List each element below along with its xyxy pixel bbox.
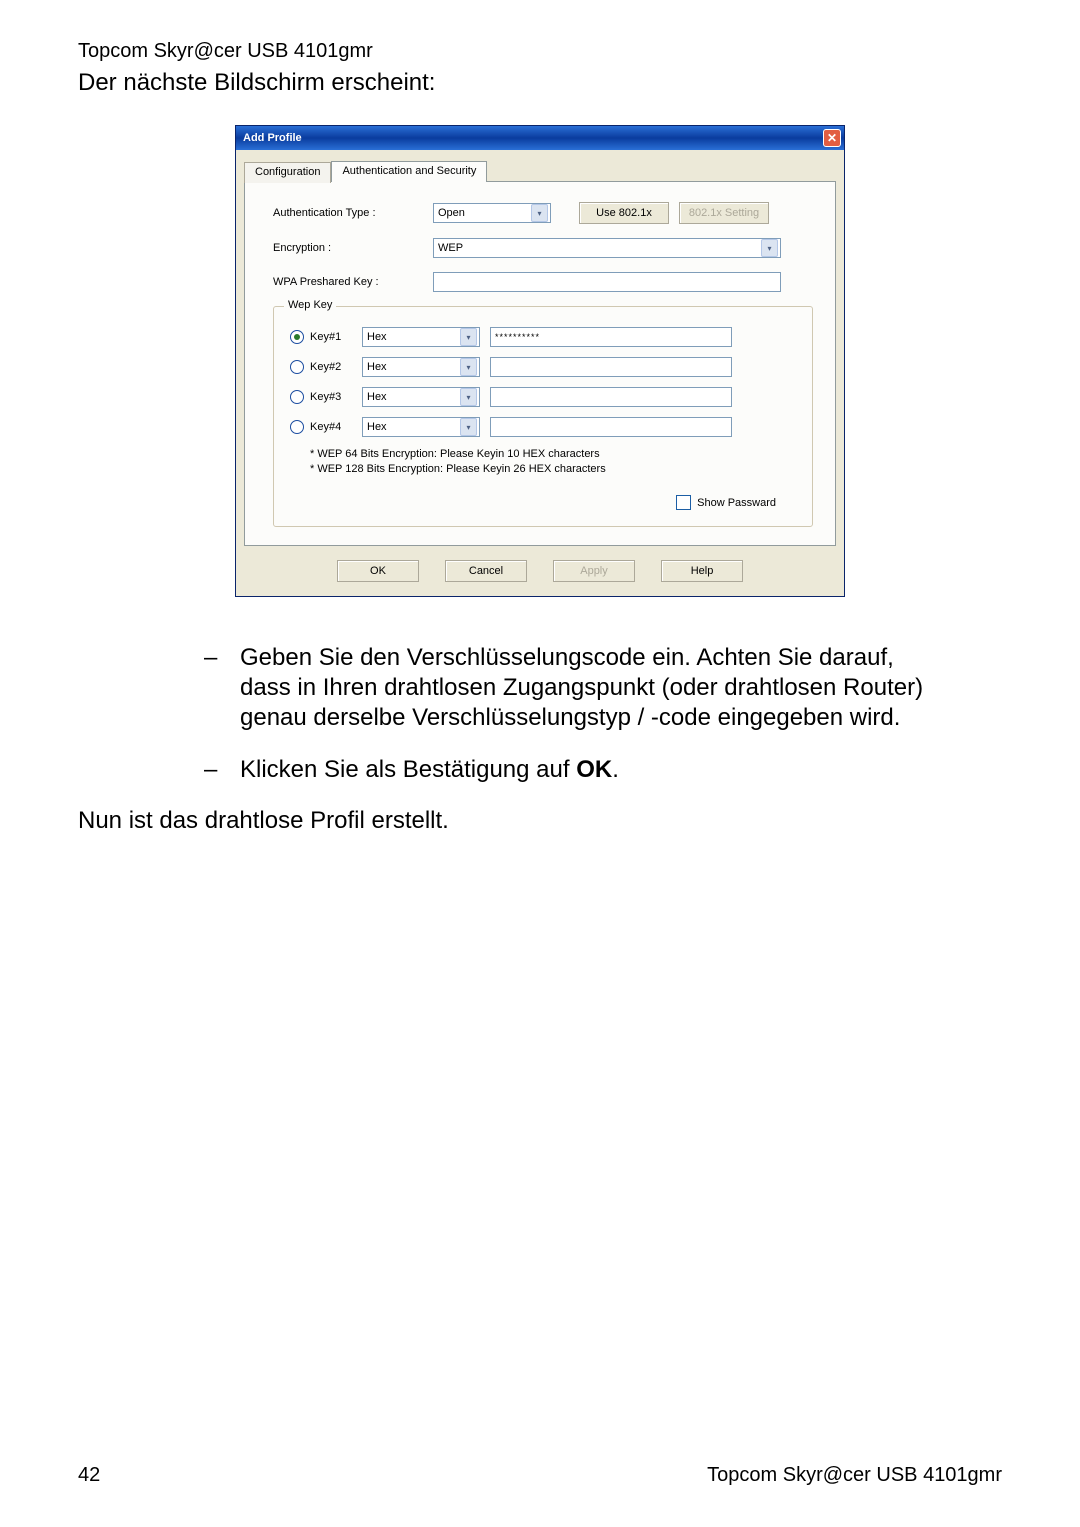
show-password-label: Show Passward [697, 497, 776, 509]
wep-key-group: Wep Key Key#1 Hex ▾ ********** [273, 306, 813, 527]
final-text: Nun ist das drahtlose Profil erstellt. [78, 807, 1002, 835]
cancel-button[interactable]: Cancel [445, 560, 527, 582]
wep-key-row-2: Key#2 Hex ▾ [290, 357, 796, 377]
chevron-down-icon: ▾ [460, 328, 477, 346]
wep-key-row-1: Key#1 Hex ▾ ********** [290, 327, 796, 347]
key1-type-value: Hex [367, 331, 387, 343]
key1-type-select[interactable]: Hex ▾ [362, 327, 480, 347]
key4-type-value: Hex [367, 421, 387, 433]
close-icon[interactable]: ✕ [823, 129, 841, 147]
wpa-key-label: WPA Preshared Key : [273, 276, 433, 288]
key4-type-select[interactable]: Hex ▾ [362, 417, 480, 437]
key3-type-select[interactable]: Hex ▾ [362, 387, 480, 407]
encryption-label: Encryption : [273, 242, 433, 254]
encryption-select[interactable]: WEP ▾ [433, 238, 781, 258]
chevron-down-icon: ▾ [460, 418, 477, 436]
key1-value: ********** [495, 332, 540, 342]
bullet-1-text: Geben Sie den Verschlüsselungscode ein. … [240, 643, 948, 733]
key4-label: Key#4 [310, 421, 341, 433]
key4-input[interactable] [490, 417, 732, 437]
auth-type-select[interactable]: Open ▾ [433, 203, 551, 223]
use-8021x-button[interactable]: Use 802.1x [579, 202, 669, 224]
footer-right: Topcom Skyr@cer USB 4101gmr [707, 1464, 1002, 1487]
wep-key-row-4: Key#4 Hex ▾ [290, 417, 796, 437]
key1-label: Key#1 [310, 331, 341, 343]
ok-bold: OK [576, 756, 612, 783]
8021x-setting-button: 802.1x Setting [679, 202, 769, 224]
bullet-1: –Geben Sie den Verschlüsselungscode ein.… [204, 643, 952, 733]
add-profile-dialog: Add Profile ✕ Configuration Authenticati… [235, 125, 845, 597]
wep-key-legend: Wep Key [284, 299, 336, 311]
wep-help-text: * WEP 64 Bits Encryption: Please Keyin 1… [290, 437, 796, 481]
tab-panel-auth: Authentication Type : Open ▾ Use 802.1x … [244, 181, 836, 546]
radio-key1[interactable] [290, 330, 304, 344]
auth-type-label: Authentication Type : [273, 207, 433, 219]
encryption-value: WEP [438, 242, 463, 254]
lead-text: Der nächste Bildschirm erscheint: [78, 69, 1002, 97]
bullet-2-text: Klicken Sie als Bestätigung auf [240, 756, 576, 783]
button-bar: OK Cancel Apply Help [244, 546, 836, 584]
help-button[interactable]: Help [661, 560, 743, 582]
tab-auth-security[interactable]: Authentication and Security [331, 161, 487, 182]
radio-key2[interactable] [290, 360, 304, 374]
tab-configuration[interactable]: Configuration [244, 162, 331, 183]
document-header: Topcom Skyr@cer USB 4101gmr [78, 40, 1002, 63]
key2-label: Key#2 [310, 361, 341, 373]
key2-type-select[interactable]: Hex ▾ [362, 357, 480, 377]
titlebar[interactable]: Add Profile ✕ [236, 126, 844, 150]
tabs: Configuration Authentication and Securit… [244, 160, 836, 181]
key3-label: Key#3 [310, 391, 341, 403]
radio-key3[interactable] [290, 390, 304, 404]
key1-input[interactable]: ********** [490, 327, 732, 347]
auth-type-value: Open [438, 207, 465, 219]
page-number: 42 [78, 1464, 100, 1487]
key2-input[interactable] [490, 357, 732, 377]
apply-button: Apply [553, 560, 635, 582]
chevron-down-icon: ▾ [531, 204, 548, 222]
bullet-2: –Klicken Sie als Bestätigung auf OK. [204, 755, 952, 785]
ok-button[interactable]: OK [337, 560, 419, 582]
wpa-key-input[interactable] [433, 272, 781, 292]
key3-input[interactable] [490, 387, 732, 407]
chevron-down-icon: ▾ [761, 239, 778, 257]
help-line-1: * WEP 64 Bits Encryption: Please Keyin 1… [310, 447, 796, 462]
key3-type-value: Hex [367, 391, 387, 403]
dialog-title: Add Profile [243, 132, 302, 144]
key2-type-value: Hex [367, 361, 387, 373]
chevron-down-icon: ▾ [460, 388, 477, 406]
chevron-down-icon: ▾ [460, 358, 477, 376]
wep-key-row-3: Key#3 Hex ▾ [290, 387, 796, 407]
show-password-checkbox[interactable] [676, 495, 691, 510]
help-line-2: * WEP 128 Bits Encryption: Please Keyin … [310, 462, 796, 477]
radio-key4[interactable] [290, 420, 304, 434]
